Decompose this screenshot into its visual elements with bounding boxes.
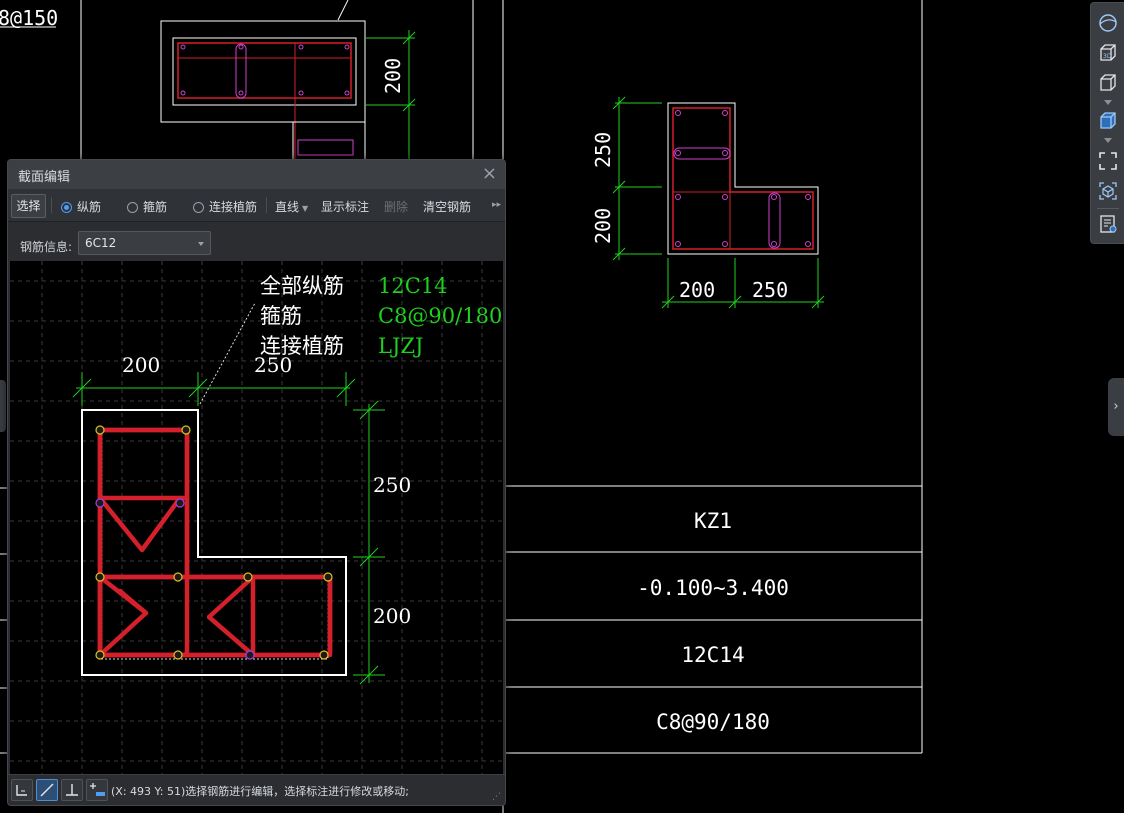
line-mode-label: 直线 [275, 200, 300, 214]
radio-connect-bar[interactable]: 连接植筋 [193, 198, 257, 215]
radio-stirrup-label: 箍筋 [143, 200, 168, 214]
close-icon[interactable]: × [482, 163, 497, 184]
select-button[interactable]: 选择 [11, 194, 46, 218]
expand-panel-right-icon[interactable]: › [1108, 378, 1124, 436]
right-detail-dim-left-top: 250 [591, 132, 615, 168]
canvas-grid [10, 261, 503, 775]
chevron-down-icon[interactable] [1104, 100, 1112, 105]
dim-top-left[interactable]: 200 [122, 353, 160, 377]
value-connect-bar[interactable]: LJZJ [378, 334, 423, 358]
view-toolbar: 3D [1090, 2, 1124, 244]
sphere-view-icon[interactable] [1096, 11, 1120, 35]
right-detail-dim-bottom-left: 200 [679, 278, 715, 302]
top-section-detail: 200 [160, 20, 416, 161]
right-detail-dim-left-bottom: 200 [591, 208, 615, 244]
cube-focus-icon[interactable] [1096, 179, 1120, 203]
column-info-table: KZ1 -0.100~3.400 12C14 C8@90/180 [503, 485, 922, 754]
dialog-title: 截面编辑 [18, 170, 71, 185]
table-cell-stirrup: C8@90/180 [656, 710, 770, 734]
show-annotation-button[interactable]: 显示标注 [321, 198, 369, 215]
resize-grip-icon[interactable]: ⋰ [492, 792, 501, 802]
expand-panel-left-handle[interactable] [0, 380, 6, 432]
solid-box-view-icon[interactable] [1096, 109, 1120, 133]
rebar-info-value: 6C12 [85, 236, 117, 250]
rail-divider [1097, 208, 1119, 209]
value-all-longitudinal[interactable]: 12C14 [378, 274, 448, 298]
chevron-down-icon [198, 242, 204, 246]
more-options-icon[interactable]: ▸▸ [492, 200, 501, 210]
label-stirrup[interactable]: 箍筋 [260, 304, 302, 328]
table-cell-name: KZ1 [694, 509, 732, 533]
rebar-info-select[interactable]: 6C12 [78, 231, 211, 255]
radio-longitudinal[interactable]: 纵筋 [61, 198, 101, 215]
table-cell-long-rebar: 12C14 [681, 643, 744, 667]
status-bar: (X: 493 Y: 51)选择钢筋进行编辑，选择标注进行修改或移动; ⋰ [8, 774, 505, 805]
table-cell-elevation: -0.100~3.400 [637, 576, 789, 600]
section-edit-dialog: 截面编辑 × 选择 纵筋 箍筋 连接植筋 直线 ▼ 显示标注 删除 清空钢筋 ▸▸… [7, 159, 506, 806]
radio-icon [193, 202, 204, 213]
value-stirrup[interactable]: C8@90/180 [378, 304, 502, 328]
radio-longitudinal-label: 纵筋 [77, 200, 102, 214]
3d-view-icon[interactable]: 3D [1096, 41, 1120, 65]
perpendicular-icon[interactable] [61, 779, 83, 801]
top-detail-dim: 200 [381, 58, 405, 94]
right-section-detail: 250 200 200 250 [591, 96, 825, 309]
dialog-toolbar: 选择 纵筋 箍筋 连接植筋 直线 ▼ 显示标注 删除 清空钢筋 ▸▸ [8, 189, 505, 222]
box-view-icon[interactable] [1096, 71, 1120, 95]
radio-icon [127, 202, 138, 213]
corner-label: 8@150 [0, 6, 58, 30]
dim-right-bottom[interactable]: 200 [373, 604, 411, 628]
label-all-longitudinal[interactable]: 全部纵筋 [260, 274, 344, 298]
radio-stirrup[interactable]: 箍筋 [127, 198, 167, 215]
rebar-info-label: 钢筋信息: [20, 240, 73, 254]
line-mode-dropdown[interactable]: 直线 ▼ [275, 198, 308, 215]
clear-rebar-button[interactable]: 清空钢筋 [423, 198, 471, 215]
radio-selected-icon [61, 202, 72, 213]
dim-right-top[interactable]: 250 [373, 473, 411, 497]
radio-connect-bar-label: 连接植筋 [209, 200, 258, 214]
toolbar-divider [51, 197, 52, 213]
chevron-down-icon: ▼ [302, 204, 309, 213]
leader-line [199, 302, 256, 405]
stirrups[interactable] [97, 427, 333, 658]
ortho-mode-icon[interactable] [11, 779, 33, 801]
toolbar-divider [266, 197, 267, 213]
right-detail-dim-bottom-right: 250 [752, 278, 788, 302]
chevron-down-icon[interactable] [1104, 138, 1112, 143]
delete-button[interactable]: 删除 [384, 198, 408, 215]
dim-top-right[interactable]: 250 [254, 353, 292, 377]
section-canvas[interactable]: 全部纵筋 12C14 箍筋 C8@90/180 连接植筋 LJZJ 200 25… [10, 261, 503, 775]
snap-line-icon[interactable] [36, 779, 58, 801]
status-message: (X: 493 Y: 51)选择钢筋进行编辑，选择标注进行修改或移动; [111, 785, 409, 798]
report-settings-icon[interactable] [1096, 212, 1120, 236]
svg-text:3D: 3D [1103, 53, 1112, 60]
fullscreen-icon[interactable] [1096, 149, 1120, 173]
dialog-titlebar[interactable]: 截面编辑 × [8, 160, 505, 189]
add-dimension-icon[interactable] [86, 779, 108, 801]
